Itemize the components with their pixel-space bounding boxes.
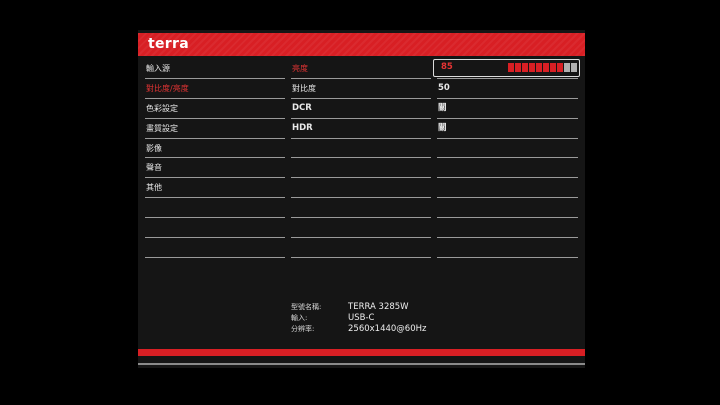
sub-menu-empty-row — [291, 198, 431, 219]
main-menu-item-label — [145, 243, 146, 252]
main-menu-item-label — [145, 203, 146, 212]
sub-menu-item-label: 對比度 — [292, 83, 316, 93]
brand-logo: terra — [148, 36, 189, 52]
main-menu-item-label: 輸入源 — [146, 64, 170, 73]
value-column: 85 50 關 關 — [433, 59, 580, 258]
brightness-segment — [564, 63, 570, 72]
resolution-value: 2560x1440@60Hz — [348, 324, 427, 334]
sub-menu-item-label — [291, 223, 292, 232]
sub-menu-item[interactable]: DCR — [291, 99, 431, 119]
value-row-empty — [437, 178, 578, 199]
main-menu-item[interactable]: 其他 — [145, 178, 285, 199]
value-row-empty — [437, 158, 578, 179]
brightness-value: 85 — [441, 62, 453, 72]
osd-header: terra — [138, 33, 585, 56]
value-row-contrast[interactable]: 50 — [437, 79, 578, 99]
model-value: TERRA 3285W — [348, 302, 409, 312]
main-menu-item[interactable]: 輸入源 — [145, 59, 285, 79]
main-menu-item-label: 畫質設定 — [146, 123, 178, 133]
main-menu-item[interactable]: 對比度/亮度 — [145, 79, 285, 99]
sub-menu: 亮度對比度 DCR HDR — [291, 59, 431, 258]
osd-menu: terra 輸入源對比度/亮度 色彩設定畫質設定影像聲音其他 亮度對比度 DCR HD… — [138, 30, 585, 368]
main-menu-empty-row — [145, 238, 285, 258]
main-menu-empty-row — [145, 218, 285, 239]
hdr-value: 關 — [438, 122, 447, 133]
value-row-dcr[interactable]: 關 — [437, 99, 578, 119]
main-menu-item-label — [145, 223, 146, 232]
sub-menu-item-label — [291, 243, 292, 252]
main-menu: 輸入源對比度/亮度 色彩設定畫質設定影像聲音其他 — [145, 59, 285, 258]
brightness-segment — [557, 63, 563, 72]
value-row-brightness[interactable]: 85 — [433, 59, 580, 79]
sub-menu-item-label: 亮度 — [292, 64, 308, 73]
model-label: 型號名稱: — [291, 303, 322, 311]
main-menu-item-label: 其他 — [146, 183, 162, 193]
brightness-segment — [571, 63, 577, 72]
sub-menu-item-label — [291, 183, 292, 192]
main-menu-item[interactable]: 畫質設定 — [145, 119, 285, 139]
brightness-segment — [522, 63, 528, 72]
footer-red-bar — [138, 349, 585, 356]
main-menu-item-label: 聲音 — [146, 163, 162, 173]
sub-menu-empty-row — [291, 238, 431, 258]
sub-menu-item-label — [291, 163, 292, 172]
value-row-empty — [437, 198, 578, 219]
brightness-segment — [550, 63, 556, 72]
contrast-value: 50 — [438, 82, 450, 93]
sub-menu-empty-row — [291, 139, 431, 159]
sub-menu-item[interactable]: 對比度 — [291, 79, 431, 99]
sub-menu-item-label — [291, 203, 292, 212]
brightness-segment — [536, 63, 542, 72]
brightness-segment — [543, 63, 549, 72]
sub-menu-item[interactable]: HDR — [291, 119, 431, 139]
main-menu-item-label: 色彩設定 — [146, 103, 178, 113]
main-menu-empty-row — [145, 198, 285, 219]
input-value: USB-C — [348, 313, 375, 323]
footer-divider — [138, 363, 585, 365]
main-menu-item-label: 對比度/亮度 — [146, 83, 189, 93]
value-row-hdr[interactable]: 關 — [437, 119, 578, 139]
sub-menu-empty-row — [291, 158, 431, 179]
brightness-slider[interactable]: 85 — [433, 59, 580, 77]
input-label: 輸入: — [291, 314, 308, 322]
brightness-segment — [508, 63, 514, 72]
sub-menu-item-label: HDR — [292, 122, 313, 133]
main-menu-item[interactable]: 影像 — [145, 139, 285, 159]
brightness-level-bar — [508, 63, 577, 72]
main-menu-item[interactable]: 色彩設定 — [145, 99, 285, 119]
sub-menu-empty-row — [291, 178, 431, 199]
sub-menu-item-label — [291, 144, 292, 153]
brightness-segment — [529, 63, 535, 72]
value-row-empty — [437, 238, 578, 258]
value-row-empty — [437, 218, 578, 239]
dcr-value: 關 — [438, 102, 447, 113]
resolution-label: 分辨率: — [291, 325, 315, 333]
main-menu-item-label: 影像 — [146, 143, 162, 153]
sub-menu-empty-row — [291, 218, 431, 239]
main-menu-item[interactable]: 聲音 — [145, 158, 285, 179]
sub-menu-item[interactable]: 亮度 — [291, 59, 431, 79]
value-row-empty — [437, 139, 578, 159]
brightness-segment — [515, 63, 521, 72]
sub-menu-item-label: DCR — [292, 102, 312, 113]
